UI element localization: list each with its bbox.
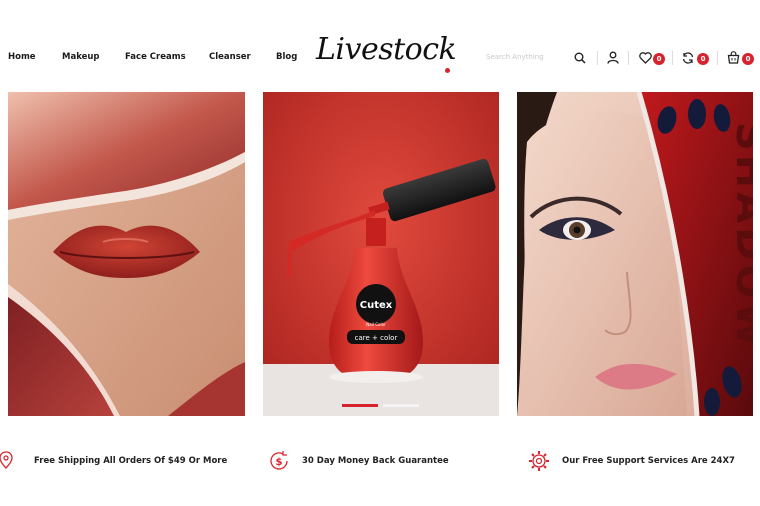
feature-free-shipping: Free Shipping All Orders Of $49 Or More (0, 450, 227, 472)
divider (717, 51, 718, 65)
slider-pagination (342, 404, 419, 407)
feature-text: 30 Day Money Back Guarantee (302, 456, 449, 466)
lips-image (8, 92, 245, 416)
banner-nail-polish[interactable]: Cutex care + color Nail Color (263, 92, 499, 416)
nav-home[interactable]: Home (8, 52, 62, 62)
wishlist-count-badge: 0 (653, 53, 665, 65)
nail-polish-image: Cutex care + color Nail Color (263, 92, 499, 416)
nav-cleanser[interactable]: Cleanser (209, 52, 276, 62)
slider-dot-1[interactable] (342, 404, 378, 407)
feature-money-back: $ 30 Day Money Back Guarantee (268, 450, 449, 472)
banner-lips[interactable] (8, 92, 245, 416)
compare-count-badge: 0 (697, 53, 709, 65)
user-icon[interactable] (607, 51, 619, 64)
feature-support: Our Free Support Services Are 24X7 (528, 450, 735, 472)
gear-support-icon (529, 451, 549, 471)
divider (672, 51, 673, 65)
face-image: SHADOW (517, 92, 753, 416)
nail-color-label: Nail Color (366, 322, 386, 327)
shadow-vertical-text: SHADOW (727, 122, 753, 351)
logo-dot (445, 68, 450, 73)
slider-dot-2[interactable] (383, 404, 419, 407)
divider (628, 51, 629, 65)
care-color-label: care + color (355, 334, 398, 342)
cutex-label: Cutex (360, 300, 393, 311)
search-input[interactable] (486, 50, 566, 64)
site-logo[interactable]: Livestock (316, 32, 457, 67)
nav-face-creams[interactable]: Face Creams (125, 52, 209, 62)
location-icon (0, 451, 13, 469)
nav-blog[interactable]: Blog (276, 52, 316, 62)
feature-text: Our Free Support Services Are 24X7 (562, 456, 735, 466)
banner-shadow-face[interactable]: SHADOW (517, 92, 753, 416)
cart-icon[interactable] (727, 51, 740, 64)
site-header: Home Makeup Face Creams Cleanser Blog Li… (0, 0, 760, 90)
divider (597, 51, 598, 65)
heart-icon[interactable] (639, 52, 652, 64)
search-icon[interactable] (574, 52, 586, 64)
svg-text:$: $ (276, 457, 283, 468)
nav-makeup[interactable]: Makeup (62, 52, 125, 62)
feature-text: Free Shipping All Orders Of $49 Or More (34, 456, 228, 466)
dollar-refresh-icon: $ (270, 451, 288, 470)
sync-icon[interactable] (682, 52, 694, 64)
main-nav: Home Makeup Face Creams Cleanser Blog (8, 52, 316, 62)
cart-count-badge: 0 (742, 53, 754, 65)
